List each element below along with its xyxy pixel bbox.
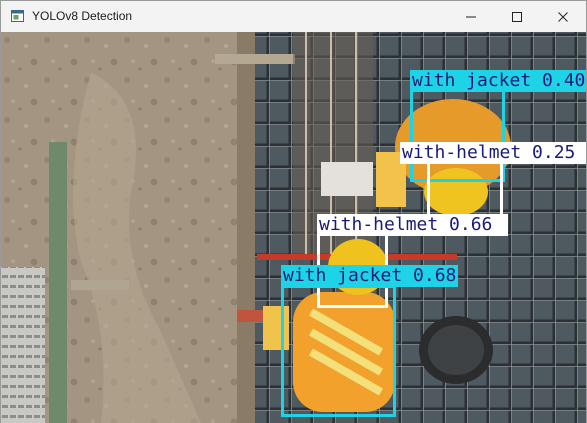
detection-box-jacket-2 (281, 285, 396, 417)
close-icon (558, 12, 568, 22)
minimize-button[interactable] (448, 1, 494, 32)
maximize-icon (512, 12, 522, 22)
close-button[interactable] (540, 1, 586, 32)
window-title: YOLOv8 Detection (32, 9, 133, 23)
detection-label-jacket-2: with jacket 0.68 (281, 265, 458, 287)
minimize-icon (466, 16, 476, 18)
title-bar[interactable]: YOLOv8 Detection (1, 1, 586, 32)
app-window: YOLOv8 Detection with jacket 0.40 with-h… (0, 0, 587, 423)
detection-label-jacket-1: with jacket 0.40 (410, 70, 586, 92)
detection-label-helmet-2: with-helmet 0.66 (317, 214, 508, 236)
maximize-button[interactable] (494, 1, 540, 32)
app-window-icon (11, 10, 24, 22)
detection-label-helmet-1: with-helmet 0.25 (400, 142, 586, 164)
detection-image: with jacket 0.40 with-helmet 0.25 with-h… (1, 32, 586, 423)
